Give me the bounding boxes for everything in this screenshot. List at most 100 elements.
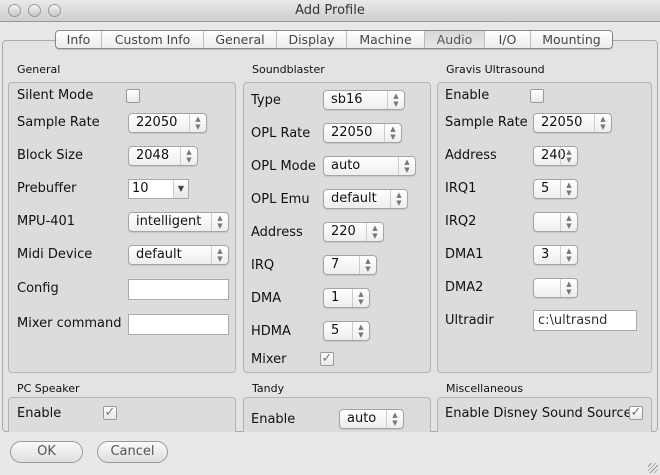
- zoom-button[interactable]: [48, 4, 61, 17]
- window-title: Add Profile: [295, 3, 365, 18]
- tab-machine[interactable]: Machine: [347, 31, 425, 48]
- gus-dma1-label: DMA1: [445, 247, 484, 262]
- tab-io[interactable]: I/O: [485, 31, 531, 48]
- stepper-arrows-icon: ▲ ▼: [594, 114, 611, 132]
- silent-mode-checkbox[interactable]: [126, 89, 140, 103]
- prebuffer-combo[interactable]: 10 ▼: [128, 179, 189, 199]
- gus-enable-checkbox[interactable]: [530, 89, 544, 103]
- sb-hdma-value: 5: [331, 323, 340, 338]
- sb-dma-select[interactable]: 1 ▲ ▼: [323, 288, 370, 308]
- stepper-arrows-icon: ▲ ▼: [390, 190, 407, 208]
- midi-device-select[interactable]: default ▲ ▼: [128, 245, 229, 265]
- sb-type-select[interactable]: sb16 ▲ ▼: [323, 90, 405, 110]
- tandy-group-title: Tandy: [252, 382, 285, 395]
- stepper-arrows-icon: ▲ ▼: [366, 223, 383, 241]
- stepper-arrows-icon: ▲ ▼: [560, 147, 577, 165]
- sample-rate-value: 22050: [136, 115, 178, 130]
- close-button[interactable]: [8, 4, 21, 17]
- stepper-arrows-icon: ▲ ▼: [180, 147, 197, 165]
- sb-irq-select[interactable]: 7 ▲ ▼: [323, 255, 377, 275]
- opl-mode-label: OPL Mode: [251, 159, 316, 174]
- sb-irq-value: 7: [331, 257, 340, 272]
- stepper-arrows-icon: ▲ ▼: [359, 256, 376, 274]
- gus-dma2-select[interactable]: ▲ ▼: [533, 278, 578, 298]
- gus-irq2-select[interactable]: ▲ ▼: [533, 212, 578, 232]
- gus-irq2-label: IRQ2: [445, 214, 477, 229]
- gravis-group-title: Gravis Ultrasound: [446, 63, 545, 76]
- gus-enable-label: Enable: [445, 88, 490, 103]
- opl-mode-select[interactable]: auto ▲ ▼: [323, 156, 416, 176]
- block-size-select[interactable]: 2048 ▲ ▼: [128, 146, 198, 166]
- chevron-down-icon[interactable]: ▼: [173, 180, 188, 198]
- opl-rate-label: OPL Rate: [251, 126, 311, 141]
- gus-dma1-select[interactable]: 3 ▲ ▼: [533, 245, 578, 265]
- minimize-button[interactable]: [28, 4, 41, 17]
- tab-info[interactable]: Info: [56, 31, 102, 48]
- tab-general[interactable]: General: [204, 31, 277, 48]
- opl-mode-value: auto: [331, 158, 361, 173]
- mpu401-select[interactable]: intelligent ▲ ▼: [128, 212, 229, 232]
- midi-device-label: Midi Device: [17, 247, 93, 262]
- mpu401-label: MPU-401: [17, 214, 76, 229]
- cancel-button[interactable]: Cancel: [97, 441, 168, 463]
- gus-sample-rate-select[interactable]: 22050 ▲ ▼: [533, 113, 612, 133]
- stepper-arrows-icon: ▲ ▼: [189, 114, 206, 132]
- config-input[interactable]: [128, 279, 229, 300]
- gus-irq1-label: IRQ1: [445, 181, 477, 196]
- stepper-arrows-icon: ▲ ▼: [560, 246, 577, 264]
- ultradir-input[interactable]: c:\ultrasnd: [533, 310, 637, 331]
- disney-sound-label: Enable Disney Sound Source: [445, 406, 632, 421]
- stepper-arrows-icon: ▲ ▼: [211, 213, 228, 231]
- mixer-command-input[interactable]: [128, 314, 229, 335]
- resize-grip-icon[interactable]: [648, 463, 658, 473]
- disney-sound-checkbox[interactable]: ✓: [629, 406, 643, 420]
- opl-rate-value: 22050: [331, 125, 373, 140]
- stepper-arrows-icon: ▲ ▼: [560, 180, 577, 198]
- pc-speaker-enable-label: Enable: [17, 406, 62, 421]
- sb-type-label: Type: [251, 93, 281, 108]
- tab-display[interactable]: Display: [277, 31, 347, 48]
- tab-mounting[interactable]: Mounting: [531, 31, 612, 48]
- sample-rate-select[interactable]: 22050 ▲ ▼: [128, 113, 207, 133]
- stepper-arrows-icon: ▲ ▼: [211, 246, 228, 264]
- tandy-enable-label: Enable: [251, 412, 296, 427]
- stepper-arrows-icon: ▲ ▼: [398, 157, 415, 175]
- ultradir-label: Ultradir: [445, 313, 494, 328]
- gus-address-select[interactable]: 240 ▲ ▼: [533, 146, 578, 166]
- stepper-arrows-icon: ▲ ▼: [560, 213, 577, 231]
- mixer-command-label: Mixer command: [17, 316, 122, 331]
- tandy-enable-value: auto: [347, 411, 377, 426]
- soundblaster-group-title: Soundblaster: [252, 63, 325, 76]
- gus-irq1-value: 5: [541, 181, 550, 196]
- sample-rate-label: Sample Rate: [17, 115, 100, 130]
- tab-bar: Info Custom Info General Display Machine…: [55, 30, 613, 49]
- gus-dma2-label: DMA2: [445, 280, 484, 295]
- sb-hdma-select[interactable]: 5 ▲ ▼: [323, 321, 370, 341]
- pc-speaker-group-title: PC Speaker: [17, 382, 80, 395]
- sb-irq-label: IRQ: [251, 258, 275, 273]
- sb-dma-label: DMA: [251, 291, 282, 306]
- opl-rate-select[interactable]: 22050 ▲ ▼: [323, 123, 402, 143]
- opl-emu-label: OPL Emu: [251, 192, 310, 207]
- sb-type-value: sb16: [331, 92, 363, 107]
- sb-address-select[interactable]: 220 ▲ ▼: [323, 222, 384, 242]
- block-size-value: 2048: [136, 148, 170, 163]
- sb-address-value: 220: [331, 224, 356, 239]
- misc-group-title: Miscellaneous: [446, 382, 524, 395]
- sb-hdma-label: HDMA: [251, 324, 291, 339]
- sb-mixer-label: Mixer: [251, 352, 287, 367]
- opl-emu-select[interactable]: default ▲ ▼: [323, 189, 408, 209]
- sb-dma-value: 1: [331, 290, 340, 305]
- general-group-title: General: [17, 63, 61, 76]
- pc-speaker-enable-checkbox[interactable]: ✓: [103, 406, 117, 420]
- tandy-enable-select[interactable]: auto ▲ ▼: [339, 409, 404, 429]
- ok-button[interactable]: OK: [10, 441, 83, 463]
- gus-dma1-value: 3: [541, 247, 550, 262]
- tab-custom-info[interactable]: Custom Info: [102, 31, 204, 48]
- tab-audio[interactable]: Audio: [425, 31, 485, 48]
- stepper-arrows-icon: ▲ ▼: [386, 410, 403, 428]
- config-label: Config: [17, 281, 59, 296]
- gus-irq1-select[interactable]: 5 ▲ ▼: [533, 179, 578, 199]
- stepper-arrows-icon: ▲ ▼: [352, 289, 369, 307]
- sb-mixer-checkbox[interactable]: ✓: [320, 352, 334, 366]
